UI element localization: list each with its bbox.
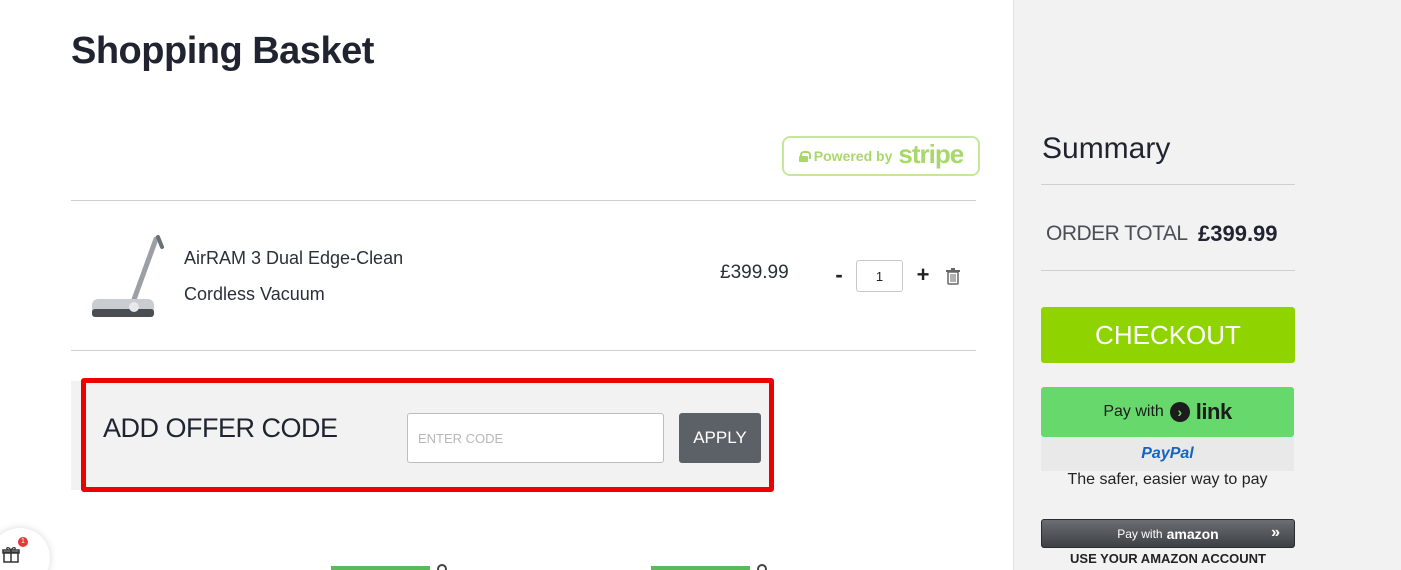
product-name-line1: AirRAM 3 Dual Edge-Clean: [184, 248, 404, 268]
checkout-page: Shopping Basket Powered by stripe AirRAM…: [0, 0, 1401, 570]
double-chevron-right-icon: »: [1271, 524, 1280, 541]
summary-divider: [1041, 184, 1295, 185]
stripe-logo: stripe: [898, 138, 964, 169]
divider: [71, 200, 976, 201]
page-title: Shopping Basket: [71, 30, 374, 72]
quantity-decrease-button[interactable]: -: [832, 262, 846, 288]
gift-icon[interactable]: [2, 545, 20, 563]
stripe-badge: Powered by stripe: [782, 136, 980, 176]
product-name-line2: Cordless Vacuum: [184, 284, 325, 304]
amazon-pay-button[interactable]: Pay with amazon »: [1041, 519, 1295, 548]
review-stars: [651, 566, 750, 570]
offer-code-input[interactable]: [407, 413, 664, 463]
product-price: £399.99: [720, 262, 789, 283]
pay-with-link-button[interactable]: Pay with › link: [1041, 387, 1294, 437]
summary-title: Summary: [1042, 132, 1171, 165]
amazon-caption: USE YOUR AMAZON ACCOUNT: [1070, 551, 1266, 566]
amazon-pay-with-label: Pay with: [1117, 526, 1163, 541]
review-logo: [437, 564, 447, 570]
product-image[interactable]: [84, 233, 166, 325]
order-total-label: ORDER TOTAL: [1046, 222, 1188, 245]
apply-button[interactable]: APPLY: [679, 413, 761, 463]
order-total-value: £399.99: [1198, 221, 1278, 246]
trash-icon[interactable]: [945, 267, 961, 285]
product-name[interactable]: AirRAM 3 Dual Edge-Clean Cordless Vacuum: [184, 240, 464, 312]
paypal-tagline: The safer, easier way to pay: [1067, 471, 1268, 488]
quantity-input[interactable]: [856, 260, 903, 292]
offer-code-title: ADD OFFER CODE: [103, 413, 338, 443]
quantity-increase-button[interactable]: +: [915, 262, 931, 288]
link-arrow-icon: ›: [1169, 402, 1190, 422]
amazon-logo: amazon: [1166, 525, 1219, 542]
divider: [71, 350, 976, 351]
checkout-button[interactable]: CHECKOUT: [1041, 307, 1295, 363]
lock-icon: [798, 150, 811, 162]
stripe-powered-by: Powered by: [813, 148, 893, 164]
gift-badge: 1: [18, 537, 28, 547]
review-stars: [331, 566, 430, 570]
summary-divider: [1041, 270, 1295, 271]
paypal-button[interactable]: PayPal: [1041, 437, 1294, 471]
review-logo: [757, 564, 767, 570]
paypal-logo: PayPal: [1141, 445, 1194, 462]
link-pay-with-label: Pay with: [1103, 403, 1164, 420]
link-logo: link: [1195, 399, 1232, 424]
